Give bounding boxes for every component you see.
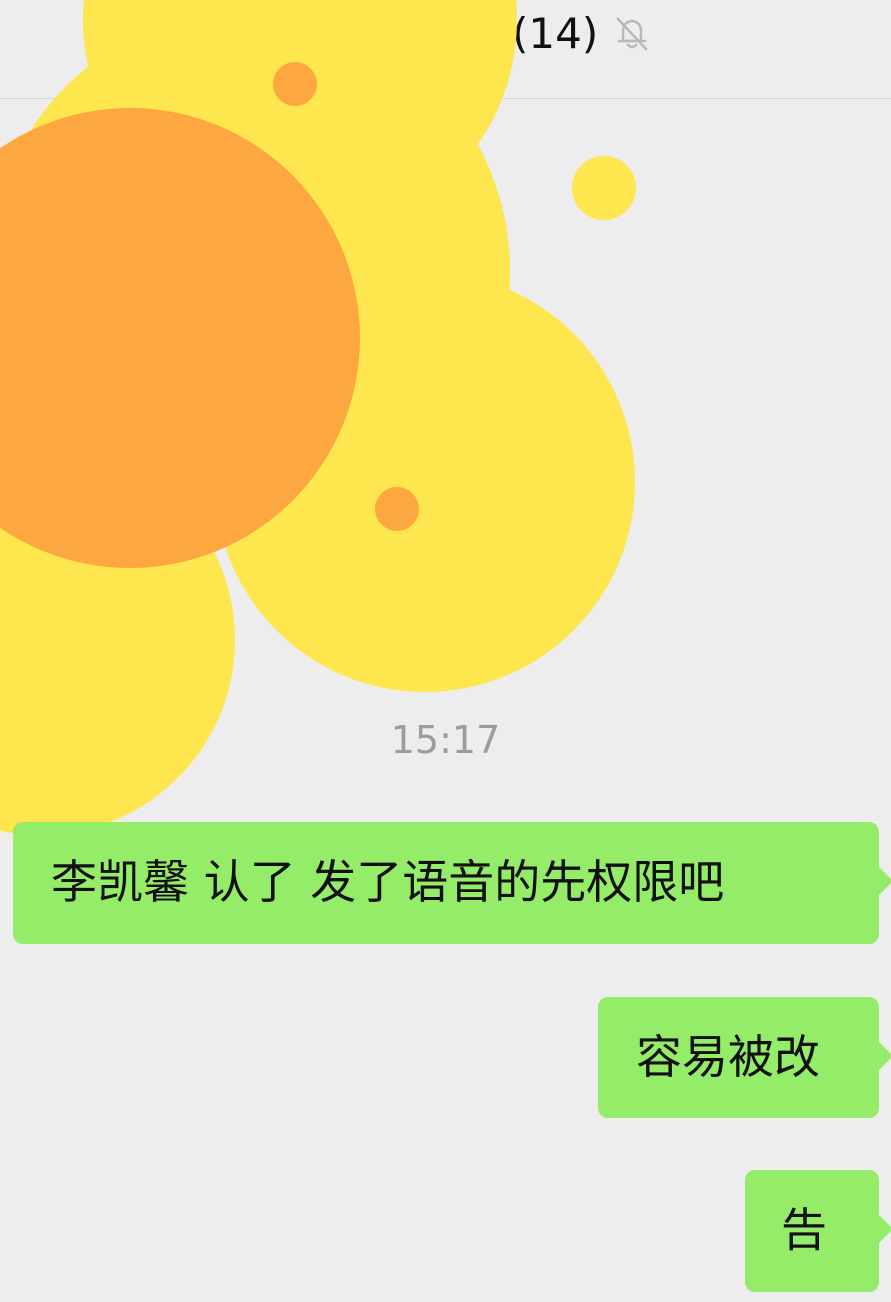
chat-message-area[interactable] [0, 99, 891, 1302]
message-timestamp: 15:17 [390, 718, 501, 762]
message-text: 李凯馨 认了 发了语音的先权限吧 [51, 855, 725, 909]
outgoing-message-bubble[interactable]: 容易被改 [598, 997, 891, 1118]
message-text: 告 [781, 1203, 827, 1257]
bell-slash-icon [616, 17, 648, 51]
outgoing-message-bubble[interactable]: 李凯馨 认了 发了语音的先权限吧 [13, 822, 891, 944]
chat-header: (14) [0, 0, 891, 99]
chat-title[interactable]: (14) [512, 8, 598, 60]
outgoing-message-bubble[interactable]: 告 [745, 1170, 891, 1292]
message-text: 容易被改 [636, 1030, 820, 1084]
